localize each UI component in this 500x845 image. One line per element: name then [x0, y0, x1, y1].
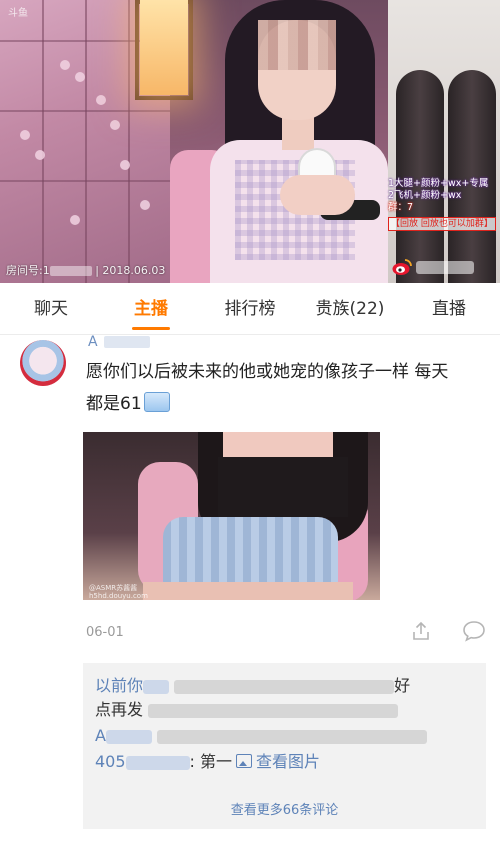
post-date: 06-01: [86, 625, 124, 640]
blurred-text: [125, 755, 190, 770]
post-image[interactable]: @ASMR苏酱酱 h5hd.douyu.com: [83, 432, 380, 600]
tab-nobles[interactable]: 贵族(22): [306, 283, 394, 334]
post-text-line-2-wrap: 都是61: [86, 388, 486, 420]
share-icon[interactable]: [410, 620, 432, 642]
image-icon: [236, 754, 253, 768]
blurred-text: [148, 703, 399, 718]
side-camera-view: [388, 0, 500, 283]
comment-3[interactable]: 405 : 第一 查看图片: [95, 751, 320, 773]
comment-1[interactable]: 以前你 好: [95, 675, 410, 697]
overlay-line-1: 1大腿+颜粉+wx+专属: [388, 178, 489, 189]
room-number-blur: [49, 266, 92, 276]
overlay-line-3: 群：7: [388, 202, 414, 213]
lamp-glow: [140, 0, 188, 95]
face-mosaic: [258, 20, 336, 70]
post-text: 愿你们以后被未来的他或她宠的像孩子一样 每天 都是61: [86, 356, 486, 420]
main-camera-view: [0, 0, 388, 283]
view-image-link[interactable]: 查看图片: [256, 752, 320, 771]
post-text-line-2: 都是61: [86, 394, 142, 414]
avatar[interactable]: [20, 340, 66, 386]
blurred-text: [174, 679, 395, 694]
comment-1-end: 好: [394, 676, 411, 695]
stream-overlay-text: 1大腿+颜粉+wx+专属 2飞机+颜粉+wx 群：7 【回放 回放也可以加群】: [388, 178, 500, 231]
post-text-line-1: 愿你们以后被未来的他或她宠的像孩子一样 每天: [86, 362, 449, 382]
image-skirt: [163, 517, 338, 587]
comment-2[interactable]: A: [95, 725, 428, 747]
comment-1-line-2: 点再发: [95, 700, 144, 719]
comment-3-user[interactable]: 405: [95, 752, 126, 771]
video-watermark: 斗鱼: [8, 8, 28, 19]
comment-3-text: : 第一: [189, 752, 233, 771]
post-username[interactable]: A: [88, 334, 98, 350]
comment-2-user[interactable]: A: [95, 726, 106, 745]
tab-chat[interactable]: 聊天: [18, 283, 84, 334]
more-comments-link[interactable]: 查看更多66条评论: [83, 799, 486, 818]
tab-live[interactable]: 直播: [416, 283, 482, 334]
weibo-name-blurred: [416, 260, 474, 274]
comment-icon[interactable]: [462, 620, 486, 642]
streamer-arm: [280, 175, 355, 215]
blurred-text: [143, 679, 170, 694]
blurred-text: [105, 729, 152, 744]
blurred-text: [157, 729, 428, 744]
weibo-handle: [392, 258, 474, 276]
active-tab-indicator: [132, 327, 170, 330]
comment-1-user[interactable]: 以前你: [95, 676, 143, 695]
image-top: [218, 457, 348, 517]
live-video-player[interactable]: 斗鱼 1大腿+颜粉+wx+专属 2飞机+颜粉+wx 群：7 【回放 回放也可以加…: [0, 0, 500, 283]
tab-ranking[interactable]: 排行榜: [212, 283, 288, 334]
comments-box: 以前你 好 点再发 A 405 : 第一 查看图片 查看更多66条评论: [83, 663, 486, 829]
emoji-badge-icon: [143, 392, 170, 412]
username-blur: [104, 336, 150, 348]
stream-date: 2018.06.03: [102, 264, 166, 277]
image-legs: [143, 582, 353, 600]
tab-bar: 聊天 主播 排行榜 贵族(22) 直播: [0, 283, 500, 335]
comment-1-cont: 点再发: [95, 699, 399, 721]
overlay-replay-tag: 【回放 回放也可以加群】: [388, 217, 496, 231]
weibo-icon: [392, 259, 412, 275]
image-watermark: @ASMR苏酱酱 h5hd.douyu.com: [89, 584, 148, 600]
overlay-line-2: 2飞机+颜粉+wx: [388, 190, 462, 201]
room-info: 房间号:1 | 2018.06.03: [6, 264, 166, 277]
room-number: 房间号:1: [6, 264, 50, 277]
